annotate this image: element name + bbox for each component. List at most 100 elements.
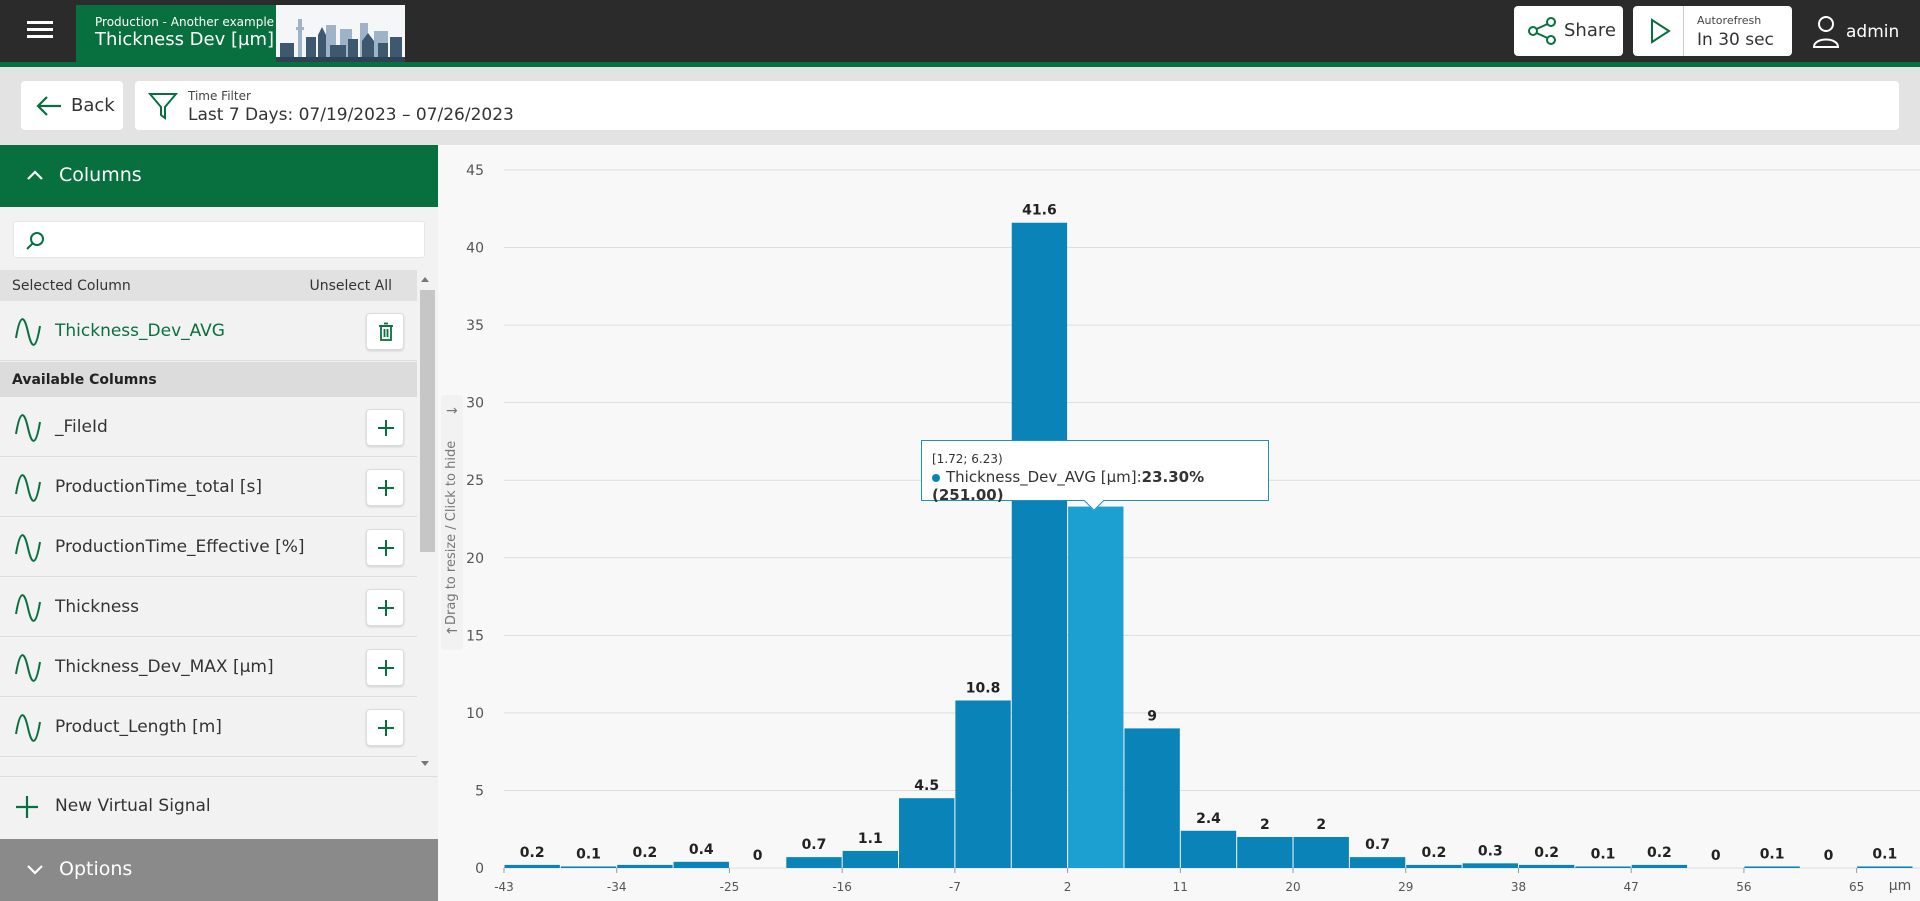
add-column-button[interactable] (366, 469, 404, 506)
options-label: Options (59, 858, 133, 880)
histogram-bar (786, 857, 842, 868)
add-column-button[interactable] (366, 649, 404, 686)
dashboard-subtitle: Production - Another example (95, 15, 275, 29)
available-column-row: Product_Length [m] (0, 697, 417, 757)
bar-value-label: 4.5 (914, 778, 939, 794)
city-skyline-logo (276, 5, 405, 62)
plus-icon (378, 600, 394, 616)
bar-value-label: 2 (1316, 817, 1326, 833)
column-name: _FileId (55, 417, 108, 437)
histogram-bar (1293, 836, 1349, 868)
bar-value-label: 2.4 (1196, 811, 1221, 827)
plus-icon (378, 420, 394, 436)
y-tick-label: 35 (466, 318, 484, 334)
autorefresh-label: Autorefresh (1697, 14, 1762, 27)
plus-icon (16, 796, 38, 818)
add-column-button[interactable] (366, 709, 404, 746)
tooltip-series-name: Thickness_Dev_AVG [µm]: (946, 468, 1142, 486)
time-filter[interactable]: Time Filter Last 7 Days: 07/19/2023 – 07… (135, 81, 1899, 130)
bar-value-label: 2 (1260, 817, 1270, 833)
dashboard-title-box: Production - Another example Thickness D… (76, 5, 276, 62)
scroll-up-arrow[interactable] (421, 277, 429, 282)
bar-value-label: 0.2 (1534, 845, 1559, 861)
back-label: Back (71, 95, 115, 116)
y-tick-label: 10 (466, 706, 484, 722)
play-icon (1651, 18, 1671, 44)
available-column-row: ProductionTime_Effective [%] (0, 517, 417, 577)
histogram-bar (1068, 506, 1124, 868)
bar-value-label: 41.6 (1022, 203, 1057, 219)
options-section-header[interactable]: Options (0, 839, 438, 901)
x-tick-label: -34 (607, 880, 627, 894)
available-column-row: ProductionTime_total [s] (0, 457, 417, 517)
histogram-bar (1744, 866, 1800, 868)
bar-value-label: 0.2 (1422, 845, 1447, 861)
histogram-bar (1575, 866, 1631, 868)
bar-value-label: 0 (753, 848, 763, 864)
histogram-bar (1631, 864, 1688, 868)
signal-wave-icon (15, 474, 41, 502)
bar-value-label: 0.2 (1647, 845, 1672, 861)
new-virtual-signal-button[interactable]: New Virtual Signal (0, 776, 438, 838)
column-name: Thickness_Dev_MAX [µm] (55, 657, 274, 677)
menu-icon[interactable] (22, 17, 58, 45)
plus-icon (378, 480, 394, 496)
bar-value-label: 0.7 (1365, 837, 1390, 853)
add-column-button[interactable] (366, 529, 404, 566)
bar-value-label: 0.4 (689, 842, 714, 858)
x-tick-label: 29 (1398, 880, 1413, 894)
divider (1683, 6, 1684, 56)
dashboard-title: Thickness Dev [µm] (95, 29, 275, 50)
signal-wave-icon (15, 654, 41, 682)
plus-icon (378, 660, 394, 676)
panel-resize-handle[interactable]: → Drag to resize / Click to hide ← (441, 395, 463, 650)
x-tick-label: 56 (1736, 880, 1751, 894)
histogram-bar (617, 864, 673, 868)
x-tick-label: 65 (1849, 880, 1864, 894)
add-column-button[interactable] (366, 409, 404, 446)
column-name: ProductionTime_total [s] (55, 477, 262, 497)
bar-value-label: 0.1 (576, 846, 601, 862)
histogram-chart: 0 5 10 15 20 25 30 35 40 45 0.2 0.1 0.2 0.4 0 0.7 1.1 4.5… (438, 145, 1920, 901)
username: admin (1846, 22, 1900, 42)
time-filter-value: Last 7 Days: 07/19/2023 – 07/26/2023 (188, 105, 514, 125)
histogram-bar (1180, 830, 1237, 868)
bar-value-label: 9 (1147, 708, 1157, 724)
available-column-row: Thickness (0, 577, 417, 637)
histogram-bar (1124, 728, 1180, 868)
bar-value-label: 0.2 (520, 845, 545, 861)
signal-wave-icon (15, 594, 41, 622)
column-name: Thickness (55, 597, 140, 617)
series-dot (932, 474, 940, 482)
user-menu[interactable]: admin (1812, 14, 1899, 50)
autorefresh-value: In 30 sec (1697, 30, 1774, 50)
histogram-bar (1518, 864, 1575, 868)
histogram-bar (842, 850, 899, 868)
add-column-button[interactable] (366, 589, 404, 626)
x-tick-label: 20 (1285, 880, 1300, 894)
x-tick-label: -25 (720, 880, 740, 894)
histogram-bar (504, 864, 560, 868)
scrollbar-thumb[interactable] (420, 290, 435, 552)
histogram-bar (1011, 222, 1068, 868)
histogram-bar (560, 866, 617, 868)
histogram-bar (673, 861, 729, 868)
autorefresh-button[interactable]: Autorefresh In 30 sec (1633, 6, 1792, 56)
share-label: Share (1564, 20, 1616, 41)
scroll-down-arrow[interactable] (421, 761, 429, 766)
y-tick-label: 0 (475, 861, 484, 877)
chart-tooltip: [1.72; 6.23) Thickness_Dev_AVG [µm]:23.3… (921, 440, 1269, 511)
histogram-bar (1349, 857, 1406, 868)
top-bar: Production - Another example Thickness D… (0, 0, 1920, 67)
tooltip-range: [1.72; 6.23) (932, 452, 1003, 466)
x-tick-label: 11 (1173, 880, 1188, 894)
y-tick-label: 45 (466, 163, 484, 179)
back-button[interactable]: Back (21, 81, 123, 130)
y-tick-label: 40 (466, 241, 484, 257)
plus-icon (378, 540, 394, 556)
share-button[interactable]: Share (1514, 6, 1623, 56)
histogram-bar (1857, 866, 1913, 868)
user-icon (1812, 16, 1840, 48)
x-tick-label: 2 (1064, 880, 1072, 894)
new-virtual-signal-label: New Virtual Signal (55, 796, 211, 816)
